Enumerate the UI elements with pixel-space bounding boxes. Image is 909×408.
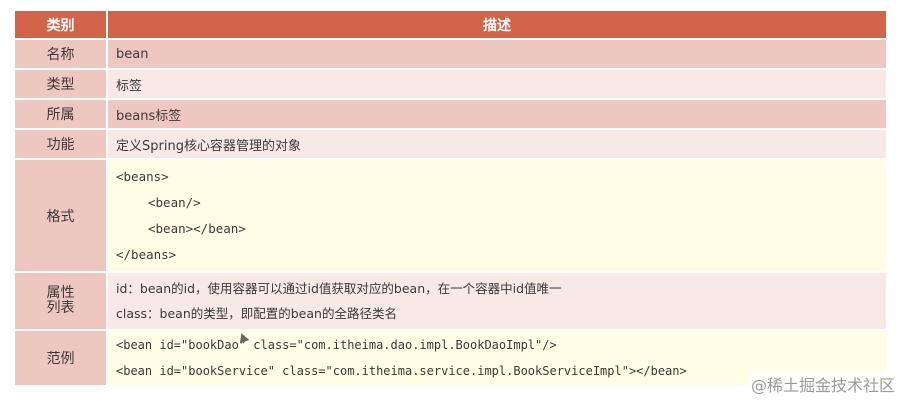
table-row: 类型 标签 — [15, 70, 886, 100]
format-line: <bean/> — [148, 194, 201, 210]
format-line: <beans> — [116, 168, 169, 184]
table-row: 属性 列表 id：bean的id，使用容器可以通过id值获取对应的bean，在一… — [15, 273, 886, 331]
attributes-label-line: 列表 — [46, 300, 75, 316]
table-row: 功能 定义Spring核心容器管理的对象 — [15, 130, 886, 160]
watermark: @稀土掘金技术社区 — [748, 372, 897, 396]
row-label-function: 功能 — [15, 130, 108, 160]
row-value-function: 定义Spring核心容器管理的对象 — [108, 130, 886, 160]
row-value-belongs: beans标签 — [108, 100, 886, 130]
table-row: 所属 beans标签 — [15, 100, 886, 130]
example-line: <bean id="bookService" class="com.itheim… — [116, 364, 687, 378]
row-label-belongs: 所属 — [15, 100, 108, 130]
format-line: <bean></bean> — [148, 220, 246, 236]
header-category: 类别 — [15, 11, 108, 40]
example-line: <bean id="bookDao" class="com.itheima.da… — [116, 338, 557, 352]
table-row: 格式 <beans> <bean/> <bean></bean> </beans… — [15, 160, 886, 273]
row-label-name: 名称 — [15, 40, 108, 70]
header-description: 描述 — [108, 11, 886, 40]
row-value-name: bean — [108, 40, 886, 70]
attributes-label-line: 属性 — [46, 285, 75, 301]
row-value-type: 标签 — [108, 70, 886, 100]
row-label-type: 类型 — [15, 70, 108, 100]
row-value-format: <beans> <bean/> <bean></bean> </beans> — [108, 160, 886, 273]
attribute-line: class：bean的类型，即配置的bean的全路径类名 — [116, 306, 397, 321]
row-label-example: 范例 — [15, 331, 108, 387]
attribute-line: id：bean的id，使用容器可以通过id值获取对应的bean，在一个容器中id… — [116, 281, 562, 296]
row-label-attributes: 属性 列表 — [15, 273, 108, 331]
table-row: 名称 bean — [15, 40, 886, 70]
row-value-attributes: id：bean的id，使用容器可以通过id值获取对应的bean，在一个容器中id… — [108, 273, 886, 331]
table-header: 类别 描述 — [15, 11, 886, 40]
format-line: </beans> — [116, 246, 177, 262]
bean-definition-table: 类别 描述 名称 bean 类型 标签 所属 beans标签 功能 定义Spri… — [15, 11, 886, 387]
row-label-format: 格式 — [15, 160, 108, 273]
